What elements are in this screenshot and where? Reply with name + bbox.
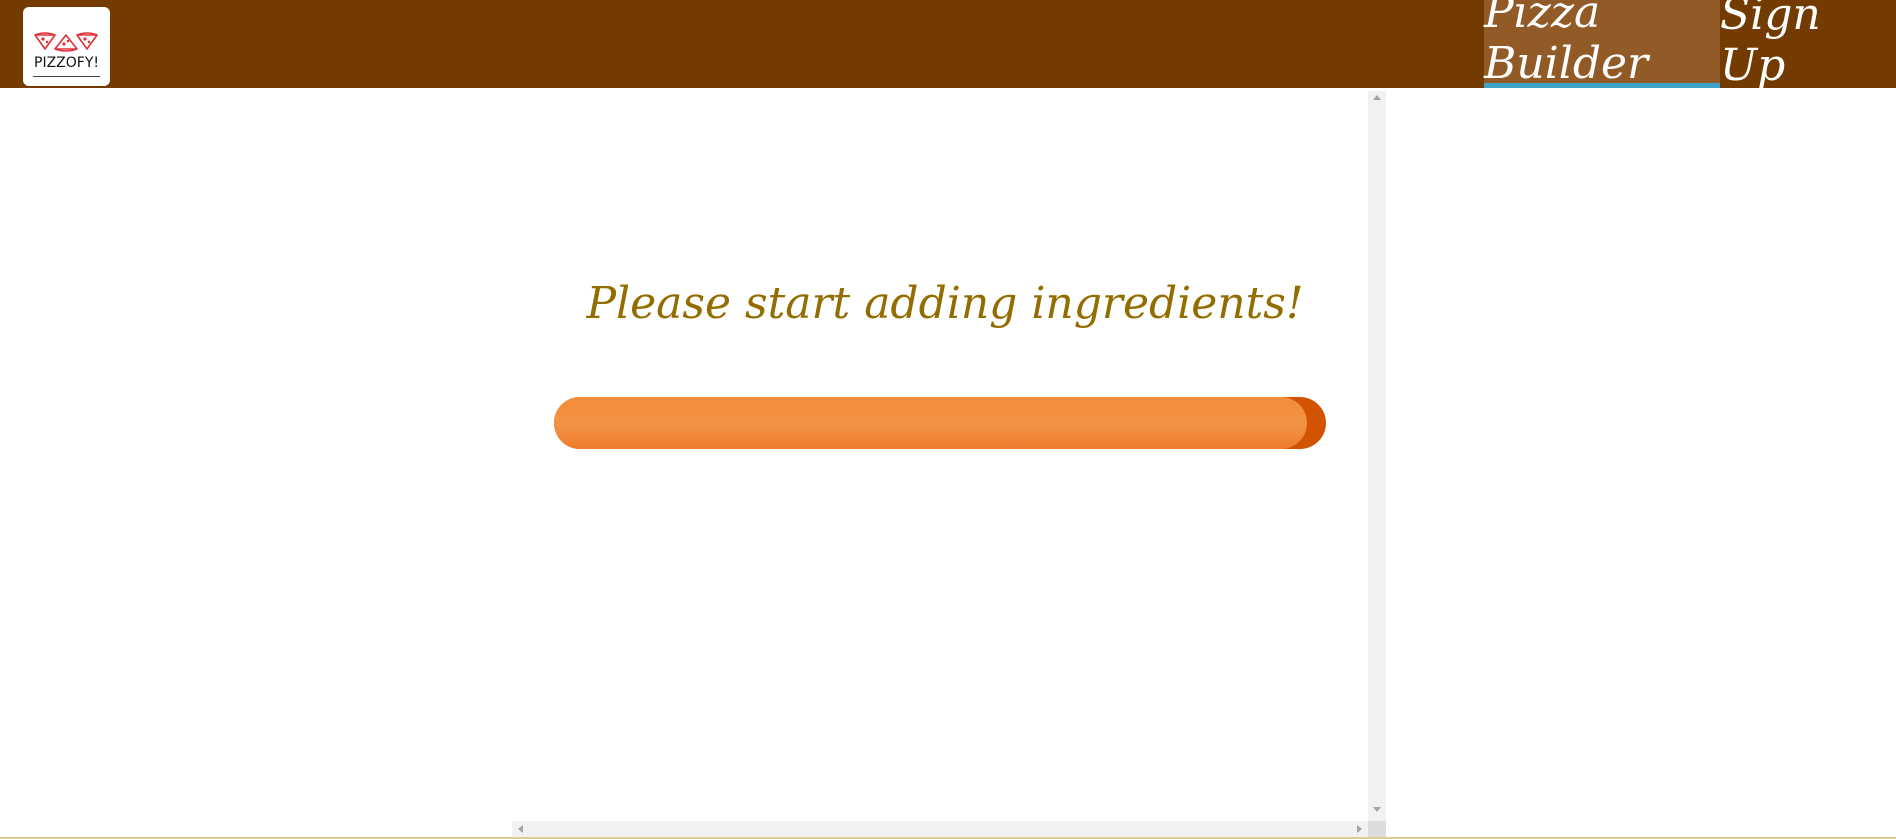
scroll-down-arrow-icon[interactable]	[1373, 807, 1381, 812]
logo-text: PIZZOFY!	[34, 55, 99, 71]
horizontal-scrollbar[interactable]	[512, 821, 1368, 837]
app-window: PIZZOFY! Pizza Builder Sign Up Please st…	[0, 0, 1896, 839]
nav-pizza-builder[interactable]: Pizza Builder	[1484, 0, 1720, 89]
bread-top-bar	[554, 397, 1326, 449]
top-navbar: PIZZOFY! Pizza Builder Sign Up	[0, 0, 1896, 91]
scroll-left-arrow-icon[interactable]	[518, 825, 523, 833]
pizza-slices-icon	[34, 32, 98, 52]
pizzofy-logo[interactable]: PIZZOFY!	[23, 7, 110, 86]
empty-pizza-message: Please start adding ingredients!	[586, 278, 1304, 329]
bread-top-highlight	[554, 397, 1307, 449]
vertical-scrollbar[interactable]	[1368, 91, 1386, 821]
logo-underline	[33, 76, 100, 77]
scrollbar-corner	[1368, 821, 1386, 837]
scroll-right-arrow-icon[interactable]	[1357, 825, 1362, 833]
pizza-builder-panel	[0, 88, 1386, 839]
main-nav: Pizza Builder Sign Up	[1484, 0, 1896, 91]
nav-sign-up[interactable]: Sign Up	[1720, 0, 1896, 91]
scroll-up-arrow-icon[interactable]	[1373, 95, 1381, 100]
